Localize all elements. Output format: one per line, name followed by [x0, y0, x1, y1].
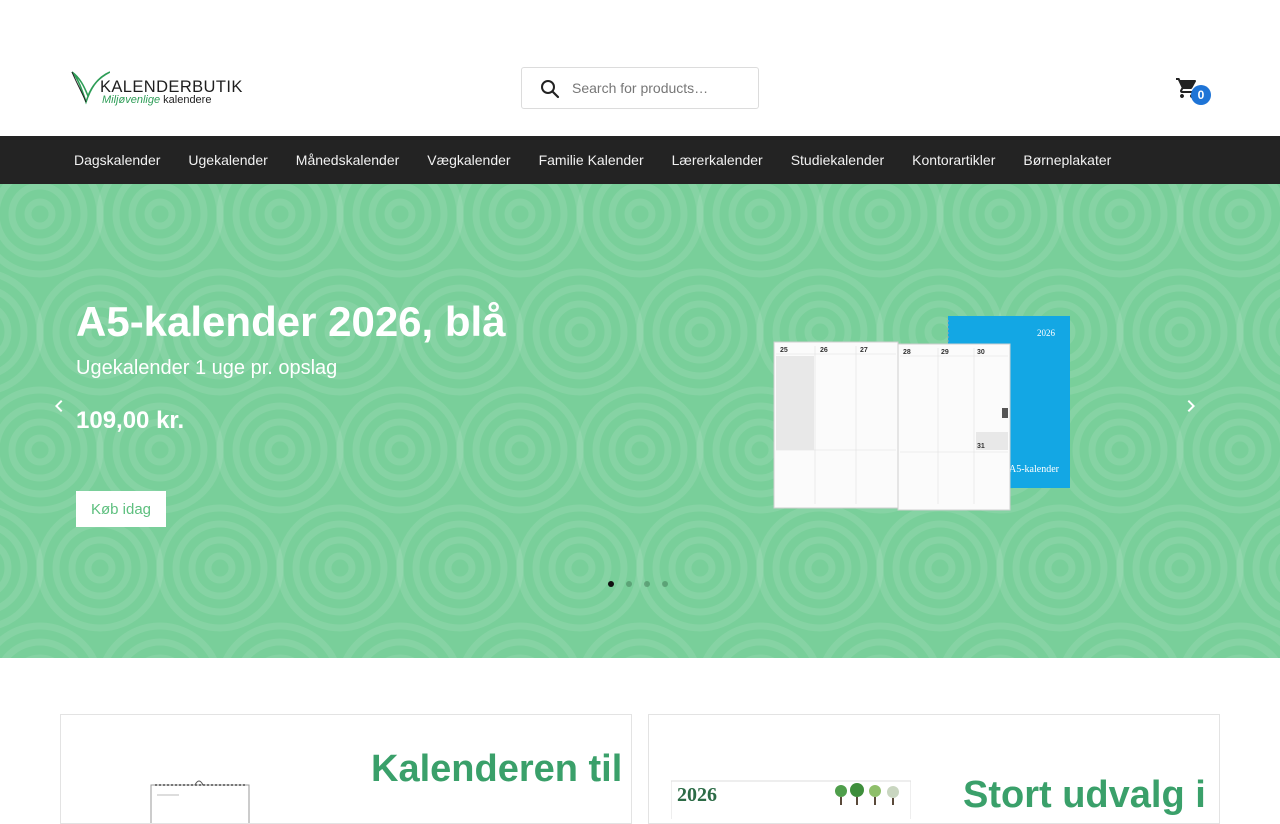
site-logo[interactable]: KALENDERBUTIK Miljøvenlige kalendere [70, 68, 270, 110]
right-page [897, 343, 1011, 511]
slider-dots [608, 581, 668, 587]
chevron-right-icon[interactable] [1179, 394, 1203, 418]
svg-text:30: 30 [977, 349, 985, 356]
hero-slider: A5-kalender 2026, blå Ugekalender 1 uge … [0, 184, 1280, 658]
product-image-a5-calendar[interactable]: 2026 A5-kalender 25 26 27 28 29 30 31 [770, 314, 1080, 514]
search-input[interactable] [572, 68, 752, 108]
nav-item-laererkalender[interactable]: Lærerkalender [658, 136, 777, 184]
buy-today-button[interactable]: Køb idag [76, 491, 166, 527]
feature-card-selection[interactable]: 2026 Stort udvalg i [648, 714, 1220, 824]
hero-price: 109,00 kr. [76, 407, 185, 434]
cover-label: A5-kalender [1009, 464, 1060, 475]
nav-item-boerneplakater[interactable]: Børneplakater [1009, 136, 1125, 184]
site-header: KALENDERBUTIK Miljøvenlige kalendere 0 [0, 0, 1280, 136]
cart-count-badge: 0 [1191, 85, 1211, 105]
slider-dot-3[interactable] [644, 581, 650, 587]
hero-title: A5-kalender 2026, blå [76, 298, 506, 345]
slider-dot-1[interactable] [608, 581, 614, 587]
slider-dot-2[interactable] [626, 581, 632, 587]
cover-year: 2026 [1037, 328, 1056, 338]
nav-item-ugekalender[interactable]: Ugekalender [174, 136, 281, 184]
nav-item-maanedskalender[interactable]: Månedskalender [282, 136, 414, 184]
logo-tagline: Miljøvenlige kalendere [102, 94, 212, 106]
search-box [521, 67, 759, 109]
nav-item-kontorartikler[interactable]: Kontorartikler [898, 136, 1009, 184]
feature-card-family[interactable]: Kalenderen til [60, 714, 632, 824]
svg-text:26: 26 [820, 347, 828, 354]
svg-text:31: 31 [977, 443, 985, 450]
hero-subtitle: Ugekalender 1 uge pr. opslag [76, 357, 338, 379]
main-nav: Dagskalender Ugekalender Månedskalender … [0, 136, 1280, 184]
card-title: Stort udvalg i [963, 774, 1206, 816]
calendar-thumbnail: 2026 [671, 780, 911, 819]
card-title: Kalenderen til [371, 748, 623, 790]
svg-text:29: 29 [941, 349, 949, 356]
svg-text:28: 28 [903, 349, 911, 356]
search-icon[interactable] [540, 79, 560, 99]
nav-item-vaegkalender[interactable]: Vægkalender [413, 136, 524, 184]
nav-item-dagskalender[interactable]: Dagskalender [60, 136, 174, 184]
nav-item-studiekalender[interactable]: Studiekalender [777, 136, 898, 184]
chevron-left-icon[interactable] [47, 394, 71, 418]
nav-item-familie-kalender[interactable]: Familie Kalender [525, 136, 658, 184]
svg-text:25: 25 [780, 347, 788, 354]
cart-button[interactable]: 0 [1174, 76, 1214, 108]
wall-calendar-thumbnail [150, 780, 250, 823]
thumbnail-year: 2026 [677, 784, 717, 806]
svg-text:27: 27 [860, 347, 868, 354]
slider-dot-4[interactable] [662, 581, 668, 587]
